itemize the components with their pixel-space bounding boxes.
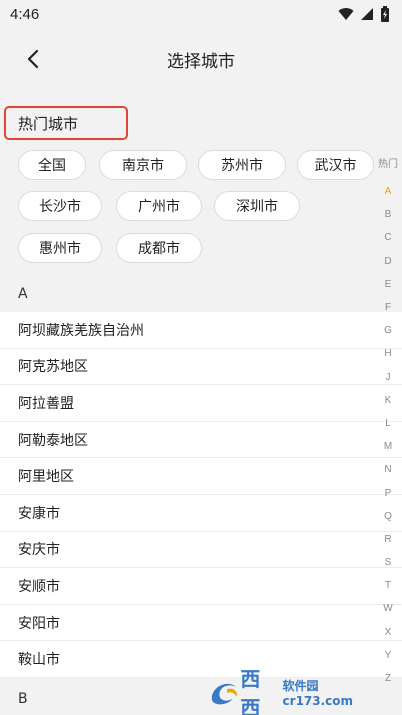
logo-swirl-icon: [211, 683, 237, 705]
city-item[interactable]: 安顺市: [0, 568, 402, 605]
index-item[interactable]: J: [386, 366, 391, 389]
signal-icon: [361, 8, 373, 20]
index-item[interactable]: Y: [385, 644, 392, 667]
city-list: 阿坝藏族羌族自治州 阿克苏地区 阿拉善盟 阿勒泰地区 阿里地区 安康市 安庆市 …: [0, 312, 402, 678]
city-item[interactable]: 鞍山市: [0, 641, 402, 678]
index-item[interactable]: L: [385, 412, 391, 435]
back-button[interactable]: [18, 44, 48, 74]
index-item[interactable]: B: [385, 203, 392, 226]
index-item[interactable]: S: [385, 551, 392, 574]
status-bar: 4:46: [0, 0, 402, 28]
city-item[interactable]: 阿拉善盟: [0, 385, 402, 422]
index-item[interactable]: G: [384, 319, 392, 342]
city-item[interactable]: 阿克苏地区: [0, 349, 402, 386]
city-item[interactable]: 阿坝藏族羌族自治州: [0, 312, 402, 349]
city-item[interactable]: 安康市: [0, 495, 402, 532]
hot-city-chip[interactable]: 武汉市: [297, 150, 374, 180]
city-item[interactable]: 阿里地区: [0, 458, 402, 495]
hot-city-chip[interactable]: 惠州市: [18, 233, 102, 263]
city-item[interactable]: 安庆市: [0, 532, 402, 569]
hot-cities-title: 热门城市: [18, 114, 79, 133]
hot-city-chip[interactable]: 深圳市: [214, 191, 300, 221]
hot-city-chip[interactable]: 全国: [18, 150, 86, 180]
hot-city-chip[interactable]: 广州市: [116, 191, 202, 221]
hot-city-chip[interactable]: 苏州市: [198, 150, 286, 180]
index-item[interactable]: M: [384, 435, 392, 458]
wifi-icon: [338, 8, 354, 20]
watermark-sub: 软件园 cr173.com: [282, 678, 354, 708]
city-item[interactable]: 阿勒泰地区: [0, 422, 402, 459]
index-item[interactable]: N: [384, 458, 391, 481]
watermark-logo: 西西 软件园 cr173.com: [208, 667, 388, 715]
section-header-a: A: [0, 275, 402, 312]
battery-icon: [381, 6, 389, 22]
index-item[interactable]: R: [384, 528, 391, 551]
watermark-text: 西西: [240, 667, 261, 715]
index-item[interactable]: P: [385, 481, 392, 504]
hot-city-chip[interactable]: 长沙市: [18, 191, 102, 221]
alphabet-index-bar[interactable]: 热门 A B C D E F G H J K L M N P Q R S T W…: [374, 152, 402, 690]
chevron-left-icon: [27, 49, 39, 69]
status-icons: [338, 6, 390, 22]
index-item[interactable]: W: [383, 597, 392, 620]
index-item[interactable]: K: [385, 389, 392, 412]
hot-city-chip[interactable]: 南京市: [99, 150, 187, 180]
index-item[interactable]: H: [384, 342, 391, 365]
index-item[interactable]: A: [385, 180, 392, 203]
index-item[interactable]: D: [384, 250, 391, 273]
header: 选择城市: [0, 36, 402, 82]
index-item[interactable]: F: [385, 296, 391, 319]
status-time: 4:46: [10, 5, 40, 23]
hot-cities-title-box: 热门城市: [4, 106, 128, 140]
city-item[interactable]: 安阳市: [0, 605, 402, 642]
page-title: 选择城市: [167, 51, 235, 72]
index-item-hot[interactable]: 热门: [378, 152, 398, 172]
hot-city-chip[interactable]: 成都市: [116, 233, 202, 263]
index-item[interactable]: T: [385, 574, 391, 597]
index-item[interactable]: E: [385, 273, 392, 296]
index-item[interactable]: C: [384, 226, 391, 249]
index-item[interactable]: Q: [384, 505, 392, 528]
index-item[interactable]: X: [385, 621, 392, 644]
